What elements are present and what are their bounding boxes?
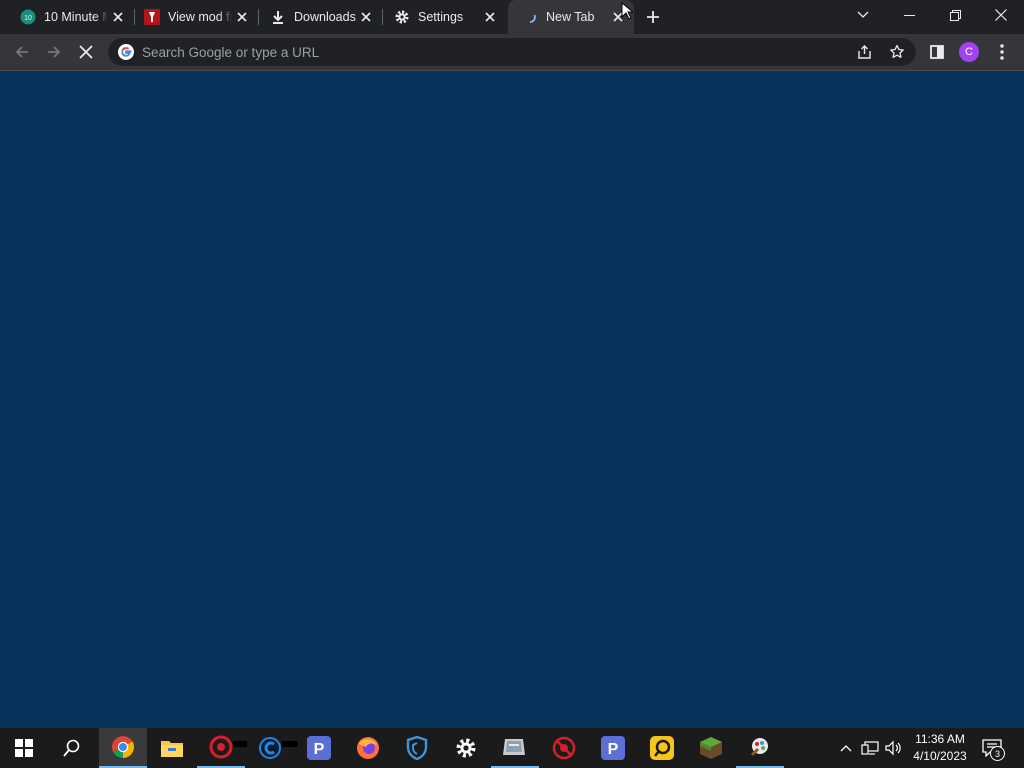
ccleaner-icon [259, 737, 281, 759]
tab-10-minute-mail[interactable]: 10 10 Minute Mail [0, 0, 134, 34]
clock-date: 4/10/2023 [913, 749, 967, 763]
firefox-icon [357, 737, 379, 759]
taskbar-tablet-app[interactable] [491, 728, 539, 768]
menu-button[interactable] [990, 40, 1014, 64]
shield-icon [406, 736, 428, 760]
tab-title: Settings [418, 10, 464, 24]
bandicam-icon [209, 735, 233, 759]
arrow-left-icon [15, 46, 28, 58]
tab-strip: 10 10 Minute Mail View mod files Downloa… [0, 0, 1024, 34]
action-center-button[interactable]: 3 [980, 736, 1005, 761]
mouse-cursor-icon [621, 2, 633, 20]
browser-toolbar: C [0, 34, 1024, 71]
windows-logo-icon [15, 739, 33, 757]
notification-count-badge: 3 [990, 746, 1005, 761]
search-icon [63, 739, 80, 757]
pdanet-icon: P [601, 736, 625, 760]
restore-icon [949, 9, 961, 21]
back-button[interactable] [10, 40, 34, 64]
stop-loading-button[interactable] [74, 40, 98, 64]
taskbar-minecraft[interactable] [687, 728, 735, 768]
tab-view-mod-files[interactable]: View mod files [134, 0, 258, 34]
tablet-app-icon [503, 739, 525, 755]
blocked-app-icon [552, 736, 576, 760]
restore-button[interactable] [932, 0, 978, 30]
close-icon[interactable] [110, 9, 126, 25]
network-icon[interactable] [860, 738, 880, 758]
bookmark-star-icon[interactable] [888, 43, 906, 61]
tab-new-tab[interactable]: New Tab [508, 0, 634, 34]
tab-search-button[interactable] [840, 0, 886, 30]
taskbar-pdanet[interactable]: P [295, 728, 343, 768]
share-icon[interactable] [856, 43, 874, 61]
close-icon [995, 9, 1007, 21]
folder-icon [161, 741, 183, 757]
kebab-menu-icon [1000, 44, 1004, 60]
search-button[interactable] [48, 728, 96, 768]
taskbar-blocked-app[interactable] [540, 728, 588, 768]
taskbar-overlay-bar [233, 741, 247, 747]
pdanet-icon: P [307, 736, 331, 760]
side-panel-icon [930, 45, 944, 59]
taskbar-chrome[interactable] [99, 728, 147, 768]
10-minute-mail-icon: 10 [20, 9, 36, 25]
new-tab-button[interactable] [643, 7, 663, 27]
svg-text:P: P [608, 741, 619, 758]
close-window-button[interactable] [978, 0, 1024, 30]
side-panel-button[interactable] [925, 40, 949, 64]
page-content [0, 71, 1024, 728]
taskbar-settings[interactable] [442, 728, 490, 768]
tab-title: Downloads [294, 10, 356, 24]
clock-time: 11:36 AM [915, 732, 965, 746]
grass-block-icon [700, 737, 722, 759]
gear-icon [394, 9, 410, 25]
chevron-up-icon [840, 745, 852, 752]
svg-text:P: P [314, 741, 325, 758]
profile-avatar[interactable]: C [959, 42, 979, 62]
windows-taskbar: P P 11:36 AM 4/10/2023 3 [0, 728, 1024, 768]
omnibox-input[interactable] [142, 42, 822, 62]
tab-title: 10 Minute Mail [44, 10, 108, 24]
minimize-icon [903, 14, 915, 16]
close-icon[interactable] [358, 9, 374, 25]
taskbar-yellow-app[interactable] [638, 728, 686, 768]
chevron-down-icon [857, 11, 869, 18]
taskbar-paint-app[interactable] [736, 728, 784, 768]
taskbar-pdanet-2[interactable]: P [589, 728, 637, 768]
tab-title: View mod files [168, 10, 232, 24]
taskbar-file-explorer[interactable] [148, 728, 196, 768]
taskbar-bandicam[interactable] [197, 728, 247, 768]
yellow-app-icon [650, 736, 674, 760]
tab-downloads[interactable]: Downloads [258, 0, 382, 34]
curseforge-icon [144, 9, 160, 25]
gear-icon [456, 738, 476, 758]
google-icon [118, 44, 134, 60]
tab-title: New Tab [546, 10, 595, 24]
address-bar[interactable] [108, 38, 916, 66]
arrow-right-icon [48, 46, 61, 58]
taskbar-ccleaner[interactable] [246, 728, 298, 768]
close-icon [79, 45, 93, 59]
plus-icon [647, 11, 659, 23]
close-icon[interactable] [482, 9, 498, 25]
taskbar-windows-security[interactable] [393, 728, 441, 768]
minimize-button[interactable] [886, 0, 932, 30]
close-icon[interactable] [234, 9, 250, 25]
paint-app-icon [750, 738, 768, 757]
start-button[interactable] [0, 728, 48, 768]
tab-settings[interactable]: Settings [382, 0, 506, 34]
loading-spinner-icon [522, 9, 538, 25]
forward-button[interactable] [42, 40, 66, 64]
download-icon [270, 9, 286, 25]
volume-icon[interactable] [884, 738, 904, 758]
svg-text:10: 10 [24, 15, 32, 22]
system-clock[interactable]: 11:36 AM 4/10/2023 [905, 731, 975, 765]
taskbar-firefox[interactable] [344, 728, 392, 768]
chrome-icon [112, 736, 134, 758]
show-hidden-icons-button[interactable] [836, 738, 856, 758]
